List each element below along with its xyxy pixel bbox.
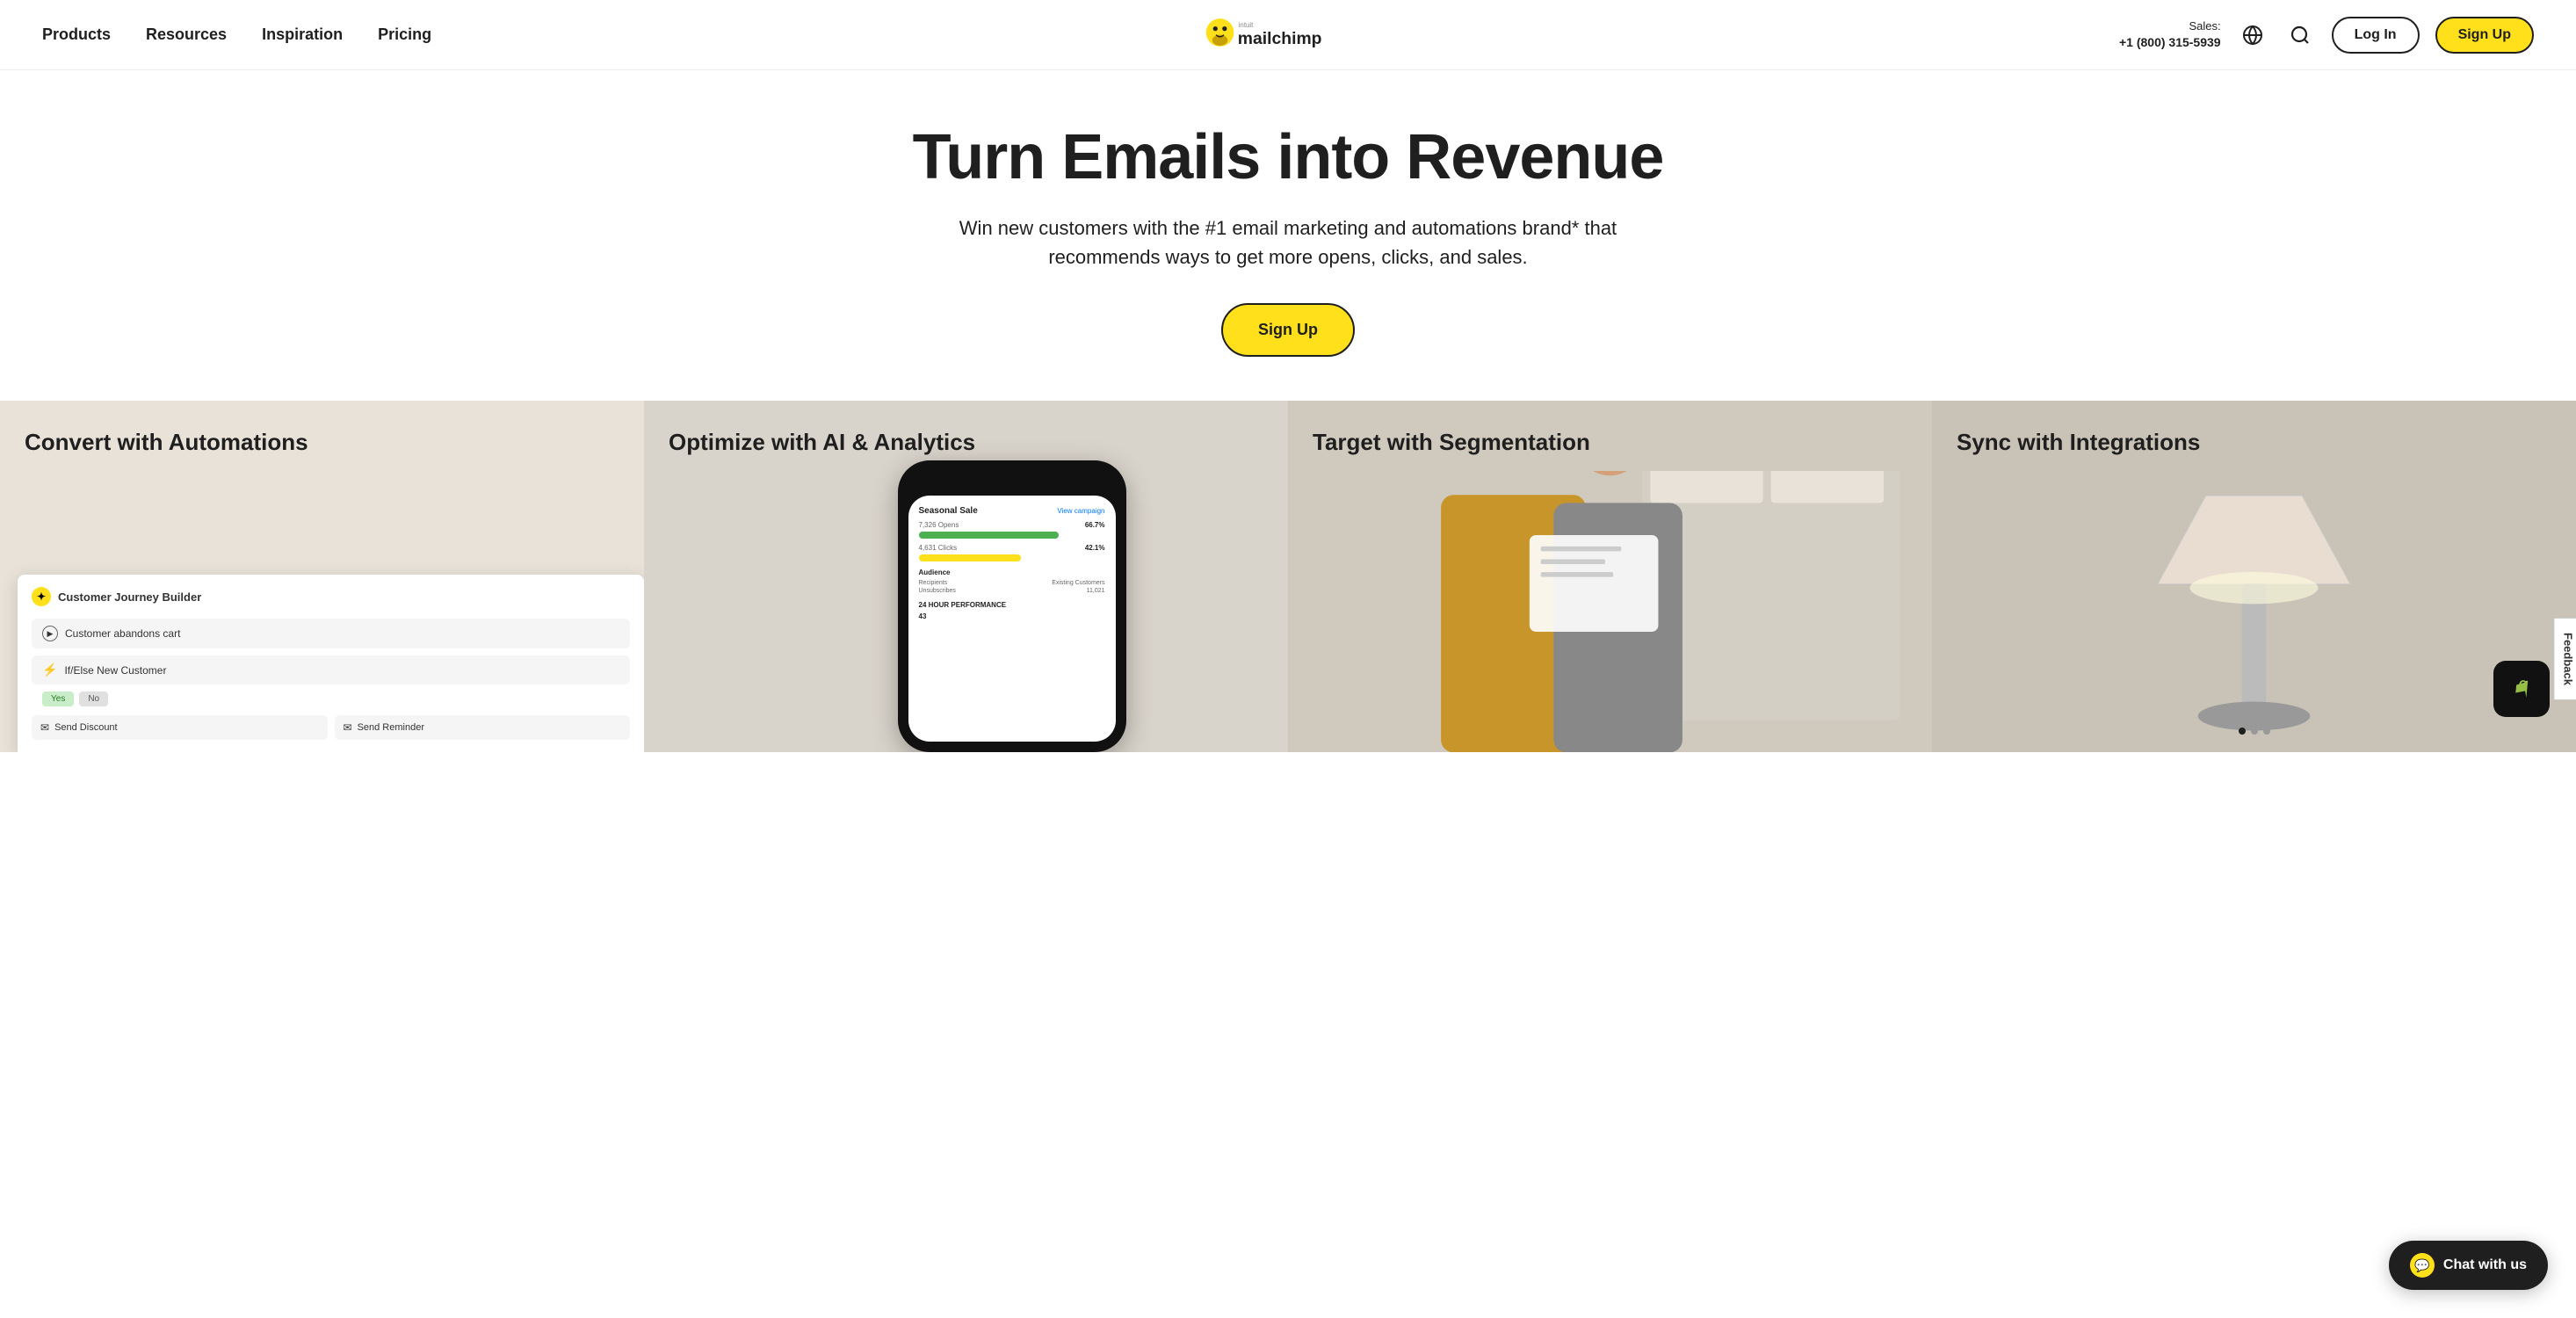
phone-screen: Seasonal Sale View campaign 7,326 Opens … (908, 496, 1116, 742)
action-buttons: ✉ Send Discount ✉ Send Reminder (32, 715, 630, 740)
unsubs-val: 11,021 (1087, 588, 1105, 594)
email-icon: ✉ (40, 721, 49, 734)
ai-title: Optimize with AI & Analytics (669, 429, 1263, 456)
audience-title: Audience (919, 568, 1105, 576)
chat-bubble-icon: 💬 (2410, 1253, 2435, 1278)
shopify-badge (2493, 661, 2550, 717)
chat-widget[interactable]: 💬 Chat with us (2389, 1241, 2548, 1290)
clicks-label: 4,631 Clicks (919, 544, 958, 552)
integrations-title: Sync with Integrations (1957, 429, 2551, 456)
chat-label: Chat with us (2443, 1257, 2527, 1273)
mc-logo-small: ✦ (32, 587, 51, 606)
hero-section: Turn Emails into Revenue Win new custome… (0, 70, 2576, 401)
journey-builder-label: Customer Journey Builder (58, 590, 201, 604)
dot-2 (2251, 728, 2258, 735)
nav-products[interactable]: Products (42, 25, 111, 44)
phone-outer: Seasonal Sale View campaign 7,326 Opens … (898, 460, 1126, 752)
step-abandon-cart: ▶ Customer abandons cart (32, 619, 630, 648)
logo[interactable]: intuit mailchimp (1203, 13, 1373, 56)
people-photo (1288, 471, 1932, 752)
phone-mockup: Seasonal Sale View campaign 7,326 Opens … (898, 460, 1126, 752)
feature-integrations: Sync with Integrations (1932, 401, 2576, 752)
segmentation-title: Target with Segmentation (1313, 429, 1907, 456)
branch-buttons: Yes No (32, 692, 630, 706)
feature-automations: Convert with Automations ✦ Customer Jour… (0, 401, 644, 752)
hero-title: Turn Emails into Revenue (18, 123, 2558, 192)
search-icon[interactable] (2284, 19, 2316, 51)
sales-info: Sales: +1 (800) 315-5939 (2119, 18, 2221, 52)
perf-label: 24 HOUR PERFORMANCE (919, 601, 1105, 609)
view-campaign-link[interactable]: View campaign (1057, 507, 1104, 515)
main-nav: Products Resources Inspiration Pricing i… (0, 0, 2576, 70)
carousel-dots (2239, 728, 2270, 735)
nav-inspiration[interactable]: Inspiration (262, 25, 343, 44)
perf-val: 43 (919, 612, 1105, 620)
recipients-label: Recipients (919, 580, 948, 586)
sales-label: Sales: (2119, 18, 2221, 34)
unsubs-label: Unsubscribes (919, 588, 956, 594)
if-else-step: ⚡ If/Else New Customer (32, 655, 630, 684)
signup-button-hero[interactable]: Sign Up (1221, 303, 1355, 357)
discount-label: Send Discount (54, 722, 118, 733)
automations-title: Convert with Automations (25, 429, 619, 456)
signup-button-nav[interactable]: Sign Up (2435, 17, 2534, 54)
nav-resources[interactable]: Resources (146, 25, 227, 44)
login-button[interactable]: Log In (2332, 17, 2420, 54)
reminder-label: Send Reminder (358, 722, 424, 733)
integrations-visual (1932, 480, 2576, 752)
dot-3 (2263, 728, 2270, 735)
abandon-cart-label: Customer abandons cart (65, 627, 180, 640)
no-branch: No (79, 692, 108, 706)
clicks-pct: 42.1% (1085, 544, 1105, 552)
yes-branch: Yes (42, 692, 74, 706)
globe-icon[interactable] (2237, 19, 2268, 51)
play-icon: ▶ (42, 626, 58, 641)
dot-1 (2239, 728, 2246, 735)
nav-actions: Sales: +1 (800) 315-5939 Log In Sign Up (2119, 17, 2534, 54)
hero-subtitle: Win new customers with the #1 email mark… (954, 214, 1622, 272)
campaign-name: Seasonal Sale (919, 506, 978, 516)
nav-pricing[interactable]: Pricing (378, 25, 431, 44)
feature-segmentation: Target with Segmentation (1288, 401, 1932, 752)
existing-label: Existing Customers (1052, 580, 1104, 586)
opens-label: 7,326 Opens (919, 521, 959, 529)
ifelse-label: If/Else New Customer (64, 664, 166, 677)
feature-ai: Optimize with AI & Analytics Seasonal Sa… (644, 401, 1288, 752)
automation-mockup: ✦ Customer Journey Builder ▶ Customer ab… (18, 575, 644, 752)
opens-pct: 66.7% (1085, 521, 1105, 529)
send-discount-btn: ✉ Send Discount (32, 715, 328, 740)
sales-phone: +1 (800) 315-5939 (2119, 34, 2221, 52)
feedback-tab[interactable]: Feedback (2554, 618, 2576, 700)
nav-links: Products Resources Inspiration Pricing (42, 25, 431, 44)
reminder-icon: ✉ (344, 721, 352, 734)
branch-icon: ⚡ (42, 663, 57, 677)
send-reminder-btn: ✉ Send Reminder (335, 715, 631, 740)
opens-bar (919, 532, 1059, 539)
features-section: Convert with Automations ✦ Customer Jour… (0, 401, 2576, 752)
svg-text:mailchimp: mailchimp (1238, 29, 1322, 48)
phone-notch (977, 471, 1047, 489)
svg-text:intuit: intuit (1239, 21, 1255, 29)
clicks-bar (919, 554, 1022, 561)
